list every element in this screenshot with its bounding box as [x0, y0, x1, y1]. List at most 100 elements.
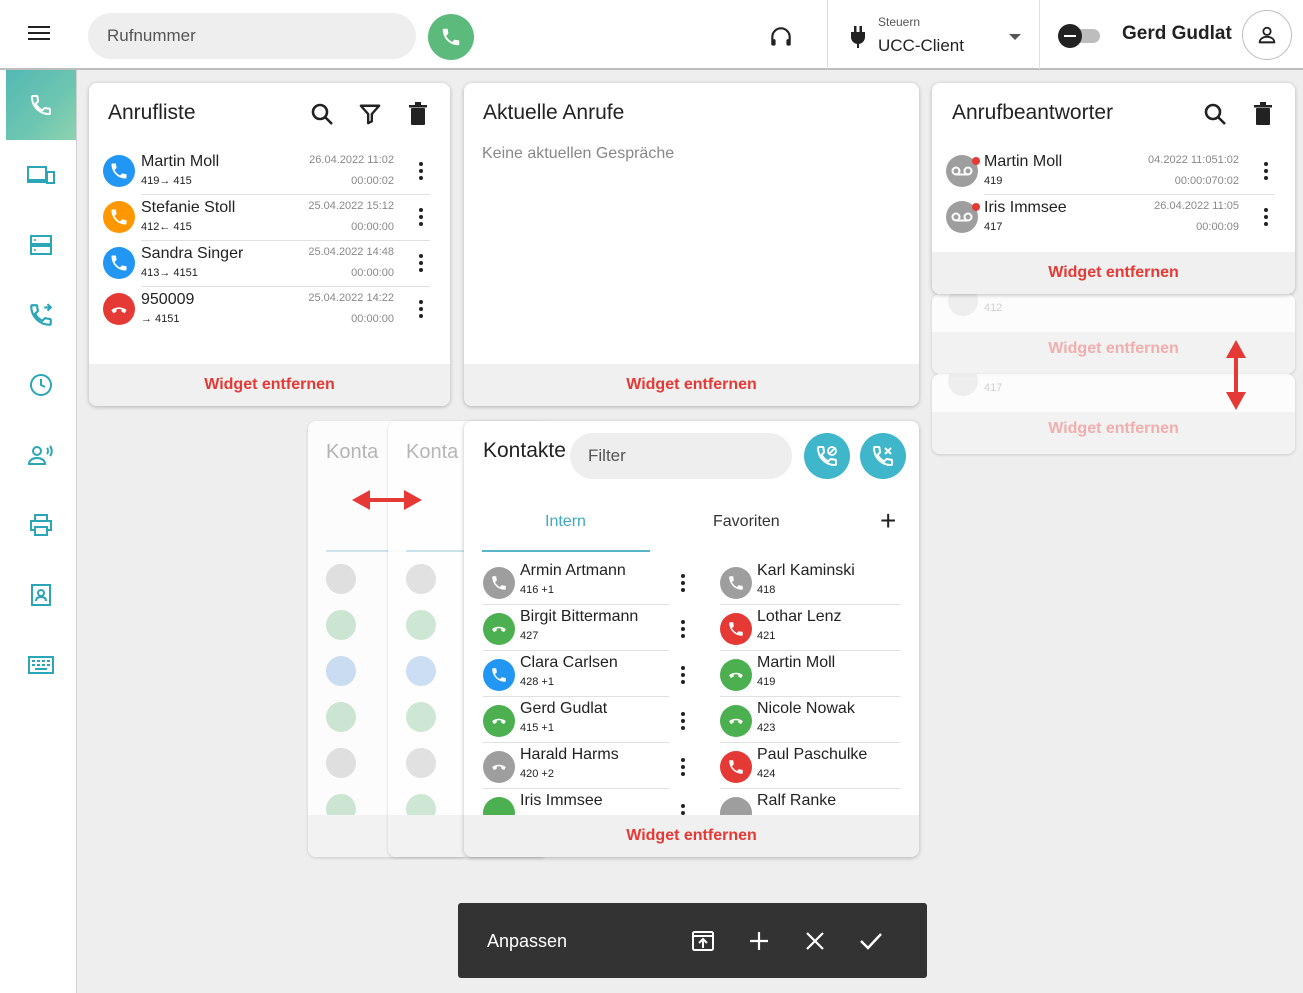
favorite-row[interactable]: Ralf Ranke — [720, 789, 900, 815]
call-button[interactable] — [428, 14, 474, 60]
upload-layout-button[interactable] — [689, 927, 717, 955]
ghost-row-sub: 412 — [984, 302, 1003, 314]
contact-row[interactable]: Gerd Gudlat 415 +1 — [483, 697, 688, 743]
phone-missed-icon — [720, 613, 752, 645]
more-vert-icon[interactable] — [680, 663, 686, 687]
sidebar-item-presence[interactable] — [6, 420, 76, 490]
trash-icon[interactable] — [1250, 101, 1276, 127]
confirm-button[interactable] — [857, 927, 885, 955]
sidebar-item-history[interactable] — [6, 350, 76, 420]
more-vert-icon[interactable] — [418, 297, 424, 321]
sidebar-item-printer[interactable] — [6, 490, 76, 560]
list-item[interactable]: 950009 → 4151 25.04.2022 14:22 00:00:00 — [103, 287, 450, 333]
upload-icon — [692, 931, 714, 951]
remove-widget-button[interactable]: Widget entfernen — [626, 376, 757, 394]
contact-row[interactable]: Armin Artmann 416 +1 — [483, 559, 688, 605]
resize-vertical-icon[interactable] — [1224, 340, 1248, 410]
more-vert-icon[interactable] — [680, 709, 686, 733]
contact-row[interactable]: Iris Immsee — [483, 789, 688, 815]
contact-extension: 428 +1 — [520, 676, 554, 688]
contact-name: Martin Moll — [757, 654, 836, 671]
more-vert-icon[interactable] — [680, 571, 686, 595]
contact-row[interactable]: Clara Carlsen 428 +1 — [483, 651, 688, 697]
list-item[interactable]: Martin Moll 419→ 415 26.04.2022 11:02 00… — [103, 149, 450, 195]
sidebar-item-keyboard[interactable] — [6, 630, 76, 700]
printer-icon — [30, 514, 52, 536]
contacts-filter-input[interactable] — [570, 433, 792, 479]
contact-extension: 420 +2 — [520, 768, 554, 780]
favorite-row[interactable]: Nicole Nowak 423 — [720, 697, 900, 743]
favorite-row[interactable]: Paul Paschulke 424 — [720, 743, 900, 789]
call-list-widget: Anrufliste Martin Moll 419→ 415 26.04.20… — [89, 83, 450, 406]
phone-hangup-icon — [483, 751, 515, 783]
contact-extension: 415 +1 — [520, 722, 554, 734]
favorite-row[interactable]: Lothar Lenz 421 — [720, 605, 900, 651]
sidebar-item-devices[interactable] — [6, 140, 76, 210]
add-contact-button[interactable]: + — [880, 507, 896, 535]
add-widget-button[interactable] — [745, 927, 773, 955]
active-tab-indicator — [482, 550, 650, 552]
tab-intern[interactable]: Intern — [545, 513, 586, 531]
missed-call-filter-button[interactable] — [860, 433, 906, 479]
more-vert-icon[interactable] — [680, 617, 686, 641]
contact-name: Iris Immsee — [520, 792, 603, 809]
contact-row[interactable]: Birgit Bittermann 427 — [483, 605, 688, 651]
contact-name: Harald Harms — [520, 746, 619, 763]
contact-name: Ralf Ranke — [757, 792, 837, 809]
call-date: 25.04.2022 14:48 — [308, 246, 394, 258]
call-date: 25.04.2022 15:12 — [308, 200, 394, 212]
keyboard-icon — [28, 656, 54, 674]
list-item[interactable]: Stefanie Stoll 412← 415 25.04.2022 15:12… — [103, 195, 450, 241]
voicemail-title: Anrufbeantworter — [952, 101, 1114, 124]
devices-icon — [27, 166, 55, 184]
remove-widget-button[interactable]: Widget entfernen — [626, 827, 757, 845]
favorite-row[interactable]: Karl Kaminski 418 — [720, 559, 900, 605]
favorite-row[interactable]: Martin Moll 419 — [720, 651, 900, 697]
status-toggle[interactable] — [1058, 24, 1100, 48]
filter-icon[interactable] — [357, 101, 383, 127]
resize-horizontal-icon[interactable] — [352, 488, 422, 512]
sidebar-item-phone[interactable] — [6, 70, 76, 140]
more-vert-icon[interactable] — [680, 801, 686, 815]
close-icon — [806, 932, 824, 950]
sidebar-item-call-forward[interactable] — [6, 280, 76, 350]
contact-name: Gerd Gudlat — [520, 700, 608, 717]
check-icon — [860, 933, 882, 950]
call-list-title: Anrufliste — [108, 101, 196, 124]
phone-icon — [442, 28, 460, 46]
phone-hangup-icon — [720, 705, 752, 737]
caller-name: Martin Moll — [141, 153, 220, 170]
more-vert-icon[interactable] — [418, 159, 424, 183]
list-item[interactable]: Sandra Singer 413→ 4151 25.04.2022 14:48… — [103, 241, 450, 287]
contact-extension: 423 — [757, 722, 776, 734]
cancel-button[interactable] — [801, 927, 829, 955]
list-item[interactable]: Martin Moll 419 04.2022 11:051:02 00:00:… — [946, 149, 1295, 195]
more-vert-icon[interactable] — [680, 755, 686, 779]
remove-widget-button[interactable]: Widget entfernen — [1048, 264, 1179, 282]
search-icon[interactable] — [1202, 101, 1228, 127]
plus-icon — [750, 932, 768, 950]
tab-favoriten[interactable]: Favoriten — [713, 513, 780, 531]
dnd-call-button[interactable] — [804, 433, 850, 479]
control-select[interactable]: UCC-Client — [878, 36, 964, 56]
phone-missed-icon — [872, 446, 893, 467]
hamburger-menu-icon[interactable] — [28, 22, 54, 48]
more-vert-icon[interactable] — [418, 205, 424, 229]
user-avatar-button[interactable] — [1242, 10, 1292, 60]
more-vert-icon[interactable] — [1263, 205, 1269, 229]
caller-name: Stefanie Stoll — [141, 199, 236, 216]
plug-icon — [850, 26, 866, 53]
more-vert-icon[interactable] — [1263, 159, 1269, 183]
trash-icon[interactable] — [405, 101, 431, 127]
more-vert-icon[interactable] — [418, 251, 424, 275]
search-icon[interactable] — [309, 101, 335, 127]
contact-row[interactable]: Harald Harms 420 +2 — [483, 743, 688, 789]
dial-number-input[interactable] — [88, 13, 416, 59]
list-item[interactable]: Iris Immsee 417 26.04.2022 11:05 00:00:0… — [946, 195, 1295, 241]
remove-widget-button[interactable]: Widget entfernen — [204, 376, 335, 394]
sidebar-item-contacts[interactable] — [6, 560, 76, 630]
sidebar-item-server[interactable] — [6, 210, 76, 280]
card-footer: Widget entfernen — [464, 364, 919, 406]
chevron-down-icon[interactable] — [1009, 34, 1021, 40]
headset-icon[interactable] — [768, 24, 794, 50]
